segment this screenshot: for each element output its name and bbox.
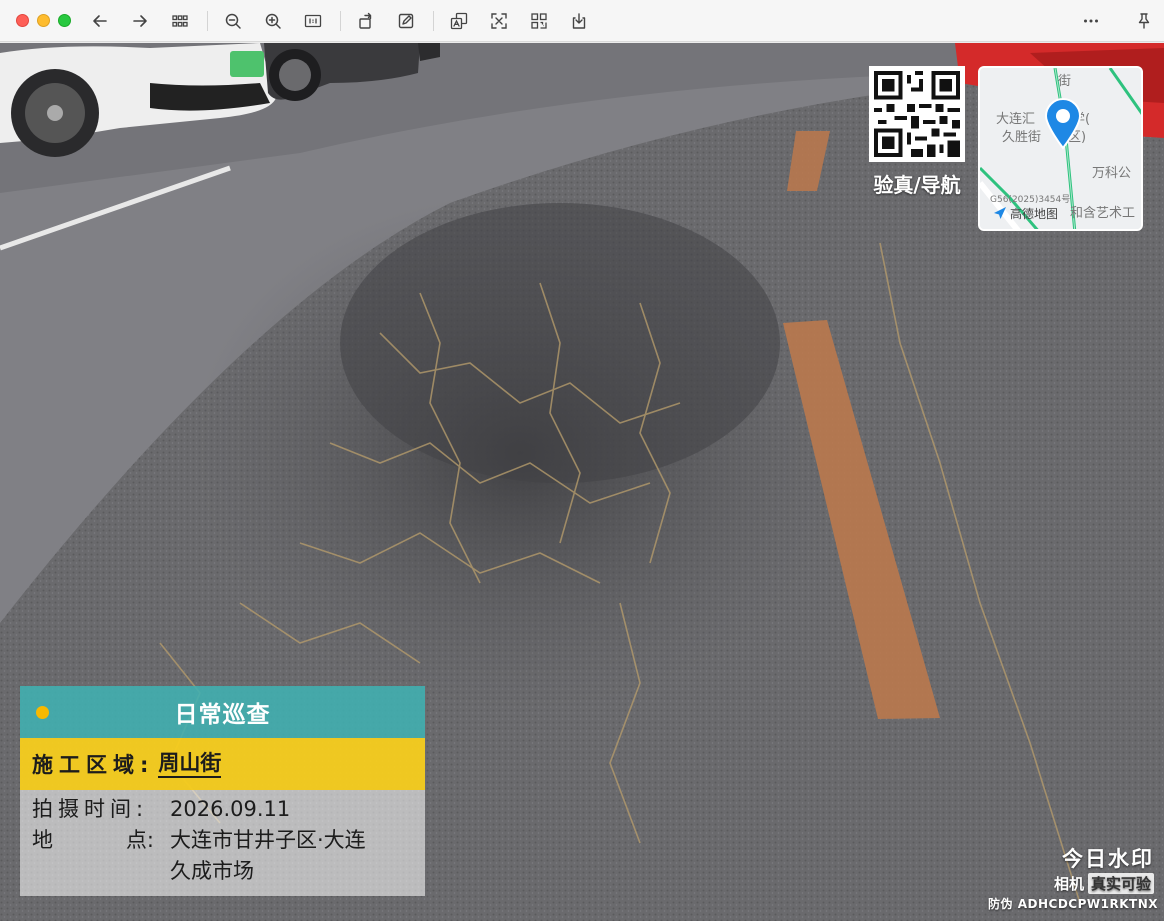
location-row: 地 点: 大连市甘井子区·大连 久成市场: [32, 825, 413, 887]
actual-size-button[interactable]: [300, 8, 326, 34]
qr-label: 验真/导航: [873, 173, 961, 197]
location-value-line: 久成市场: [170, 859, 254, 883]
toolbar-divider: [340, 11, 341, 31]
zoom-out-icon: [225, 13, 241, 29]
construction-area-row: 施工区域: 周山街: [20, 738, 425, 790]
brand-subtitle-b: 真实可验: [1087, 873, 1154, 894]
map-nav-arrow-icon: [994, 207, 1006, 219]
anti-fake-code: 防伪 ADHCDCPW1RKTNX: [988, 897, 1158, 911]
capture-time-label: 拍摄时间:: [32, 797, 149, 821]
map-label-place: 久胜街: [1002, 130, 1042, 145]
grid-view-button[interactable]: [167, 8, 193, 34]
download-button[interactable]: [566, 8, 592, 34]
edit-button[interactable]: [393, 8, 419, 34]
map-road-code: G56(2025)3454号: [990, 195, 1071, 205]
rotate-button[interactable]: [353, 8, 379, 34]
location-value-line: 大连市甘井子区·大连: [170, 828, 366, 852]
back-button[interactable]: [87, 8, 113, 34]
location-label: 地 点:: [32, 825, 170, 887]
capture-time-value: 2026.09.11: [170, 797, 291, 821]
map-label-place: 和含艺术工: [1070, 206, 1136, 221]
status-dot-icon: [36, 706, 49, 719]
minimize-window-button[interactable]: [37, 14, 50, 27]
text-scan-icon: [491, 13, 507, 29]
edit-icon: [398, 13, 414, 29]
more-button[interactable]: [1078, 8, 1104, 34]
watermark-title: 日常巡查: [174, 702, 271, 728]
qr-code[interactable]: [869, 66, 965, 162]
qr-scan-icon: [531, 13, 547, 29]
zoom-in-icon: [265, 13, 281, 29]
translate-button[interactable]: [446, 8, 472, 34]
location-label-part: 地: [32, 828, 53, 852]
brand-subtitle-a: 相机: [1053, 875, 1084, 893]
location-pin-icon: [1044, 98, 1082, 150]
actual-size-icon: [304, 14, 322, 28]
toolbar-divider: [433, 11, 434, 31]
map-brand: 高德地图: [1010, 207, 1059, 221]
pin-button[interactable]: [1131, 8, 1157, 34]
watermark-header: 日常巡查: [20, 686, 425, 738]
forward-button[interactable]: [127, 8, 153, 34]
map-label-place: 万科公: [1092, 166, 1132, 181]
pin-icon: [1138, 13, 1150, 29]
watermark-card: 日常巡查 施工区域: 周山街 拍摄时间: 2026.09.11 地 点: 大连市…: [20, 686, 425, 896]
rotate-icon: [359, 12, 372, 29]
mini-map[interactable]: 街 大连汇 学( 久胜街 区) 万科公 和含艺术工 G56(2025)3454号…: [978, 66, 1143, 231]
watermark-details: 拍摄时间: 2026.09.11 地 点: 大连市甘井子区·大连 久成市场: [20, 790, 425, 896]
zoom-out-button[interactable]: [220, 8, 246, 34]
window-toolbar: [0, 0, 1164, 42]
close-window-button[interactable]: [16, 14, 29, 27]
translate-icon: [450, 12, 468, 30]
photo-viewer: 验真/导航 街 大连汇 学( 久胜街 区) 万科公 和含艺术工 G56(2025…: [0, 43, 1164, 921]
qr-code-icon: [874, 71, 960, 157]
map-label-street: 街: [1058, 74, 1072, 89]
map-label-place: 大连汇: [996, 112, 1036, 127]
ocr-button[interactable]: [486, 8, 512, 34]
zoom-in-button[interactable]: [260, 8, 286, 34]
brand-logo-text: 今日水印: [1062, 847, 1154, 871]
construction-area-label: 施工区域:: [32, 753, 155, 777]
location-value: 大连市甘井子区·大连 久成市场: [170, 825, 413, 887]
maximize-window-button[interactable]: [58, 14, 71, 27]
grid-icon: [172, 15, 188, 27]
capture-time-row: 拍摄时间: 2026.09.11: [32, 794, 413, 825]
arrow-left-icon: [93, 15, 107, 27]
more-icon: [1084, 19, 1098, 23]
arrow-right-icon: [133, 15, 147, 27]
toolbar-divider: [207, 11, 208, 31]
construction-area-value: 周山街: [158, 750, 222, 778]
qr-scan-button[interactable]: [526, 8, 552, 34]
brand-subtitle: 相机 真实可验: [1054, 873, 1154, 894]
location-label-part: 点:: [125, 828, 154, 852]
download-icon: [572, 13, 586, 29]
